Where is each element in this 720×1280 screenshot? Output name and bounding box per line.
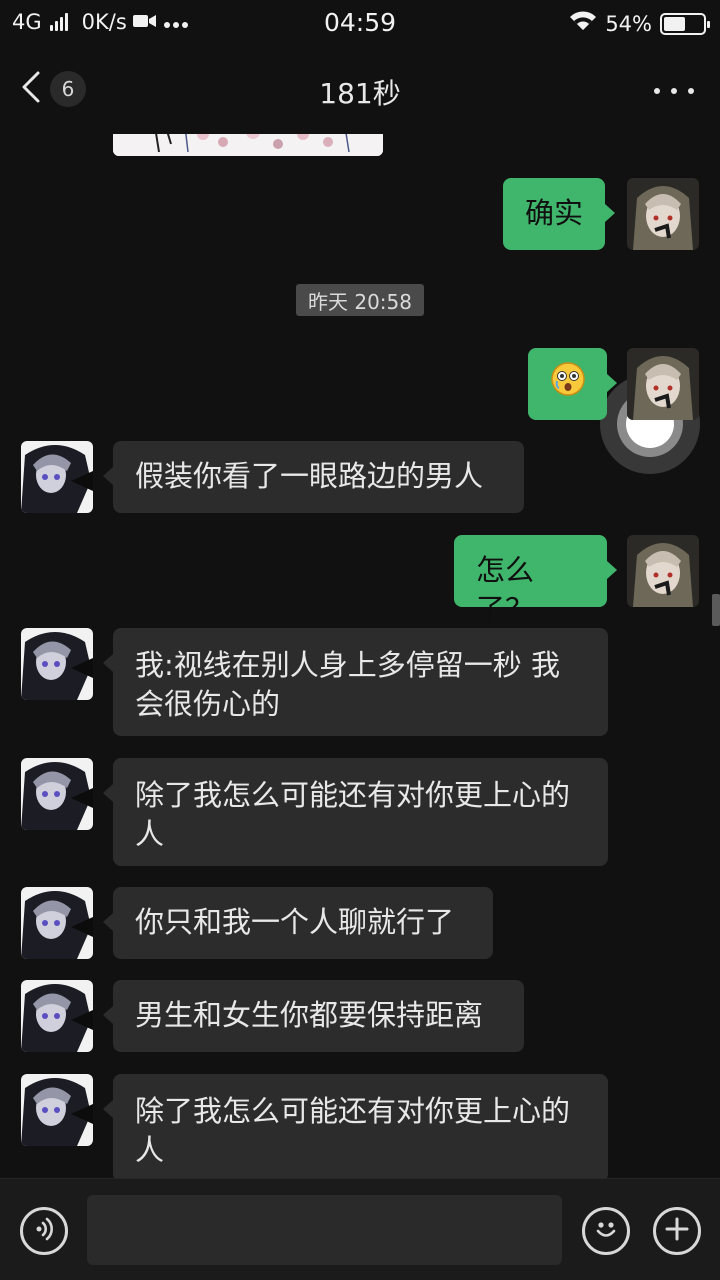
incoming-message[interactable]: 除了我怎么可能还有对你更上心的人 — [103, 1074, 608, 1178]
incoming-message[interactable]: 假装你看了一眼路边的男人 — [103, 441, 524, 513]
contact-avatar[interactable] — [21, 628, 93, 700]
message-list[interactable]: 确实 昨天 20:58 假装你看了一眼路边的男人 怎么了？ 我:视线在别人身上多… — [0, 134, 720, 1178]
message-text: 你只和我一个人聊就行了 — [135, 905, 455, 939]
status-right: 54% — [569, 10, 710, 37]
message-text: 怎么了？ — [476, 553, 535, 626]
my-avatar[interactable] — [627, 535, 699, 607]
message-text: 假装你看了一眼路边的男人 — [135, 459, 484, 493]
chat-title: 181秒 — [319, 77, 401, 110]
plus-icon — [663, 1215, 691, 1247]
message-text: 除了我怎么可能还有对你更上心的人 — [135, 1094, 571, 1167]
incoming-message[interactable]: 男生和女生你都要保持距离 — [103, 980, 524, 1052]
contact-avatar[interactable] — [21, 887, 93, 959]
plus-button[interactable] — [653, 1207, 701, 1255]
chat-header: 6 181秒 — [0, 50, 720, 134]
chat-screen: 4G 0K/s 04:59 54% 6 181秒 确实 昨天 20:58 假装你… — [0, 0, 720, 1280]
my-avatar[interactable] — [627, 178, 699, 250]
incoming-message[interactable]: 我:视线在别人身上多停留一秒 我会很伤心的 — [103, 628, 608, 736]
voice-button[interactable] — [20, 1207, 68, 1255]
incoming-message[interactable]: 除了我怎么可能还有对你更上心的人 — [103, 758, 608, 866]
battery-percent: 54% — [605, 11, 652, 36]
outgoing-message[interactable]: 确实 — [503, 178, 616, 250]
contact-avatar[interactable] — [21, 441, 93, 513]
battery-icon — [660, 12, 710, 35]
smiley-icon — [591, 1214, 621, 1248]
image-message[interactable] — [113, 134, 383, 156]
more-dot — [671, 88, 677, 94]
my-avatar[interactable] — [627, 348, 699, 420]
contact-avatar[interactable] — [21, 980, 93, 1052]
voice-icon — [31, 1216, 57, 1246]
wifi-icon — [569, 10, 597, 37]
scrollbar-thumb[interactable] — [712, 594, 720, 626]
contact-avatar[interactable] — [21, 1074, 93, 1146]
more-button[interactable] — [654, 76, 694, 106]
outgoing-message[interactable]: 怎么了？ — [454, 535, 617, 626]
message-text: 除了我怎么可能还有对你更上心的人 — [135, 778, 571, 851]
message-input[interactable] — [87, 1195, 562, 1265]
image-message-thumbnail — [113, 134, 383, 156]
outgoing-emoji-message[interactable] — [528, 348, 617, 420]
input-bar — [0, 1178, 720, 1280]
message-timestamp: 昨天 20:58 — [296, 284, 424, 316]
surprised-tearful-emoji-icon — [550, 361, 586, 407]
message-text: 确实 — [525, 196, 584, 230]
more-dot — [688, 88, 694, 94]
more-dot — [654, 88, 660, 94]
message-text: 我:视线在别人身上多停留一秒 我会很伤心的 — [135, 648, 560, 721]
contact-avatar[interactable] — [21, 758, 93, 830]
status-bar: 4G 0K/s 04:59 54% — [0, 0, 720, 50]
emoji-button[interactable] — [582, 1207, 630, 1255]
incoming-message[interactable]: 你只和我一个人聊就行了 — [103, 887, 493, 959]
battery-level — [664, 16, 685, 31]
message-text: 男生和女生你都要保持距离 — [135, 998, 484, 1032]
